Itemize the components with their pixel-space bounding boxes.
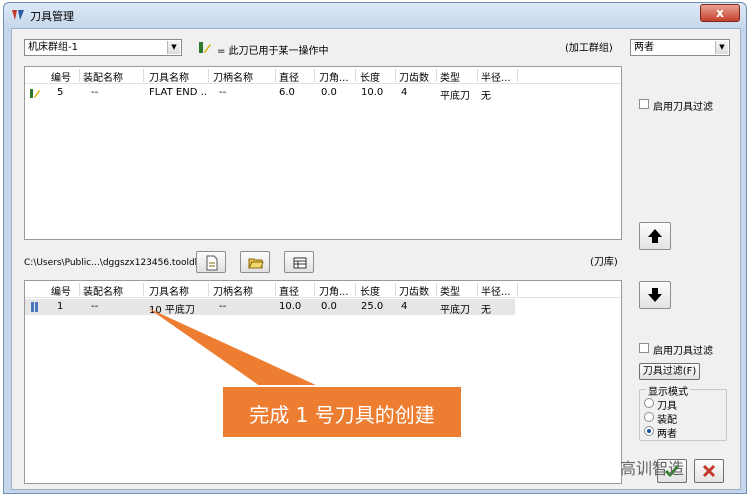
cell-flutes: 4 [401,301,408,312]
view-mode-dropdown[interactable]: 两者 ▼ [630,39,730,56]
cell-radius: 无 [481,305,491,316]
cell-number: 5 [57,87,64,98]
chevron-down-icon: ▼ [167,41,180,54]
display-mode-title: 显示模式 [646,383,690,398]
library-label: (刀库) [590,257,618,268]
cell-type: 平底刀 [440,305,470,316]
machine-group-dropdown[interactable]: 机床群组-1 ▼ [24,39,182,56]
watermark-text: 高训智造 [620,459,685,478]
move-down-button[interactable] [639,281,671,309]
col-radius[interactable]: 半径... [481,69,517,84]
tool-in-use-icon [199,42,211,53]
cell-radius: 无 [481,91,491,102]
radio-assembly-label: 装配 [657,415,677,426]
col-flutes[interactable]: 刀齿数 [399,283,429,298]
radio-tools[interactable] [644,398,654,408]
group-tool-list[interactable]: 编号 装配名称 刀具名称 刀柄名称 直径 刀角... 长度 刀齿数 类型 半径.… [24,66,622,240]
cell-corner: 0.0 [321,87,337,98]
radio-both-label: 两者 [657,429,677,440]
cell-diameter: 10.0 [279,301,302,312]
col-diameter[interactable]: 直径 [279,69,299,84]
library-filter-checkbox[interactable] [639,343,649,353]
library-tool-list[interactable]: 编号 装配名称 刀具名称 刀柄名称 直径 刀角... 长度 刀齿数 类型 半径.… [24,280,622,484]
new-library-button[interactable] [196,251,226,273]
col-tool-name[interactable]: 刀具名称 [149,69,189,84]
app-icon [12,10,24,20]
col-type[interactable]: 类型 [440,69,460,84]
table-view-icon [293,257,307,269]
cell-holder: -- [219,87,227,98]
col-length[interactable]: 长度 [360,69,380,84]
cell-diameter: 6.0 [279,87,295,98]
cancel-button[interactable] [694,459,724,483]
col-radius[interactable]: 半径... [481,283,517,298]
group-filter-checkbox[interactable] [639,99,649,109]
col-assembly[interactable]: 装配名称 [83,69,123,84]
cell-holder: -- [219,301,227,312]
cell-type: 平底刀 [440,91,470,102]
col-corner[interactable]: 刀角... [319,283,355,298]
col-number[interactable]: 编号 [51,283,71,298]
arrow-up-icon [648,229,662,243]
library-filter-label: 启用刀具过滤 [653,346,713,357]
col-number[interactable]: 编号 [51,69,71,84]
cell-length: 10.0 [361,87,384,98]
open-library-button[interactable] [240,251,270,273]
cell-length: 25.0 [361,301,384,312]
tool-filter-button[interactable]: 刀具过滤(F) [639,363,700,380]
library-view-button[interactable] [284,251,314,273]
cell-assembly: -- [91,301,99,312]
close-button[interactable]: x [700,4,740,22]
group-list-header: 编号 装配名称 刀具名称 刀柄名称 直径 刀角... 长度 刀齿数 类型 半径.… [25,67,621,84]
cancel-icon [702,464,716,478]
table-row[interactable]: 1 -- 10 平底刀 -- 10.0 0.0 25.0 4 平底刀 无 [25,299,515,316]
window-title: 刀具管理 [30,10,74,23]
cell-number: 1 [57,301,64,312]
library-path: C:\Users\Public...\dggszx123456.tooldb [24,258,201,268]
col-assembly[interactable]: 装配名称 [83,283,123,298]
table-row[interactable]: 5 -- FLAT END ... -- 6.0 0.0 10.0 4 平底刀 … [25,85,515,102]
view-mode-value: 两者 [634,42,654,53]
col-tool-name[interactable]: 刀具名称 [149,283,189,298]
col-diameter[interactable]: 直径 [279,283,299,298]
cell-tool-name: 10 平底刀 [149,305,195,316]
machine-group-value: 机床群组-1 [28,42,78,53]
radio-both[interactable] [644,426,654,436]
col-flutes[interactable]: 刀齿数 [399,69,429,84]
callout-text: 完成 1 号刀具的创建 [249,403,435,427]
cell-assembly: -- [91,87,99,98]
col-holder[interactable]: 刀柄名称 [213,69,253,84]
radio-assembly[interactable] [644,412,654,422]
library-list-header: 编号 装配名称 刀具名称 刀柄名称 直径 刀角... 长度 刀齿数 类型 半径.… [25,281,621,298]
new-file-icon [206,255,218,271]
arrow-down-icon [648,288,662,302]
tool-icon [31,302,38,312]
col-corner[interactable]: 刀角... [319,69,355,84]
group-filter-label: 启用刀具过滤 [653,102,713,113]
machine-group-label: (加工群组) [565,43,613,54]
col-type[interactable]: 类型 [440,283,460,298]
col-length[interactable]: 长度 [360,283,380,298]
radio-tools-label: 刀具 [657,401,677,412]
cell-corner: 0.0 [321,301,337,312]
tool-in-use-icon [30,89,40,98]
chevron-down-icon: ▼ [715,41,728,54]
col-holder[interactable]: 刀柄名称 [213,283,253,298]
title-bar[interactable]: 刀具管理 x [4,3,746,27]
cell-tool-name: FLAT END ... [149,87,206,98]
cell-flutes: 4 [401,87,408,98]
in-use-legend: = 此刀已用于某一操作中 [217,46,329,57]
move-up-button[interactable] [639,222,671,250]
open-folder-icon [248,258,264,269]
